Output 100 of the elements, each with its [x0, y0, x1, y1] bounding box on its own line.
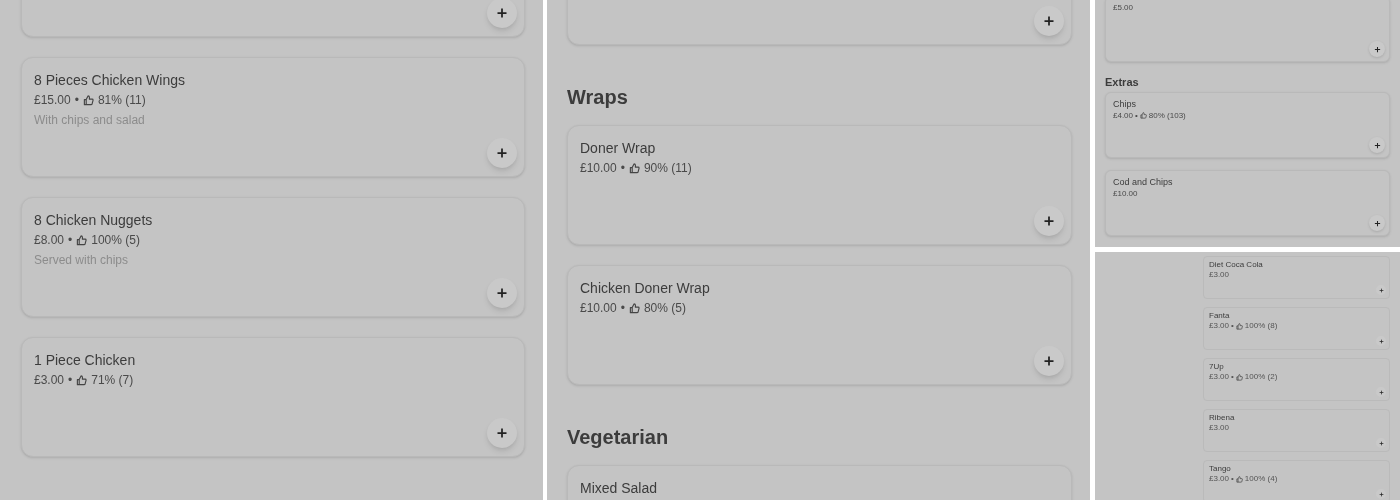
item-name: Cod and Chips	[1113, 176, 1174, 188]
add-button[interactable]	[1376, 489, 1386, 499]
plus-icon	[1373, 141, 1381, 149]
item-price: £3.00	[1209, 270, 1230, 280]
item-rating: 90% (11)	[643, 160, 692, 177]
item-rating: 80% (5)	[643, 300, 686, 317]
thumbs-up-icon	[76, 374, 88, 386]
separator-dot: •	[1135, 110, 1138, 121]
add-button[interactable]	[487, 278, 517, 308]
plus-icon	[1043, 215, 1055, 227]
item-rating: 100% (5)	[91, 232, 140, 249]
item-rating: 100% (2)	[1244, 372, 1278, 382]
separator-dot: •	[68, 232, 73, 249]
item-price: £3.00	[34, 372, 65, 389]
menu-item-card[interactable]: Diet Coca Cola £3.00	[1203, 256, 1390, 299]
add-button[interactable]	[487, 0, 517, 28]
item-description: Served with chips	[34, 252, 130, 269]
add-button[interactable]	[1369, 41, 1385, 57]
add-button[interactable]	[1376, 285, 1386, 295]
item-price: £8.00	[34, 232, 65, 249]
plus-icon	[496, 287, 508, 299]
add-button[interactable]	[487, 138, 517, 168]
plus-icon	[1043, 355, 1055, 367]
item-price: £10.00	[1113, 188, 1138, 199]
add-button[interactable]	[1376, 387, 1386, 397]
menu-item-card[interactable]: 1 Piece Chicken £3.00 • 71% (7)	[21, 337, 525, 457]
item-name: Fanta	[1209, 311, 1231, 321]
thumbs-up-icon	[1139, 112, 1147, 119]
plus-icon	[1373, 45, 1381, 53]
menu-item-card[interactable]: £5.00	[1105, 0, 1390, 62]
item-name: Mixed Salad	[580, 479, 659, 498]
plus-icon	[496, 427, 508, 439]
add-button[interactable]	[1376, 438, 1386, 448]
item-price: £3.00	[1209, 372, 1230, 382]
item-rating: 80% (103)	[1148, 110, 1186, 121]
item-name: 8 Pieces Chicken Wings	[34, 71, 186, 90]
item-price: £4.00	[1113, 110, 1134, 121]
item-name: 1 Piece Chicken	[34, 351, 137, 370]
item-price: £15.00	[34, 92, 71, 109]
thumbs-up-icon	[76, 234, 88, 246]
item-price: £10.00	[580, 300, 617, 317]
plus-icon	[1378, 389, 1384, 395]
menu-item-card[interactable]: Cod and Chips £10.00	[1105, 170, 1390, 236]
thumbs-up-icon	[1235, 373, 1243, 381]
menu-item-card[interactable]: 8 Pieces Chicken Wings £15.00 • 81% (11) With chips and salad	[21, 57, 525, 177]
add-button[interactable]	[1369, 215, 1385, 231]
item-rating: 100% (4)	[1244, 474, 1278, 484]
section-heading: Extras	[1105, 74, 1140, 90]
plus-icon	[1043, 15, 1055, 27]
plus-icon	[1373, 219, 1381, 227]
add-button[interactable]	[1376, 336, 1386, 346]
separator-dot: •	[1231, 474, 1234, 484]
plus-icon	[1378, 338, 1384, 344]
thumbs-up-icon	[82, 94, 94, 106]
separator-dot: •	[1231, 372, 1234, 382]
item-name: 8 Chicken Nuggets	[34, 211, 154, 230]
menu-item-card[interactable]: Tango £3.00 • 100% (4)	[1203, 460, 1390, 500]
item-description: With chips and salad	[34, 112, 146, 129]
item-price: £5.00	[1113, 2, 1134, 13]
menu-item-card[interactable]: Doner Wrap £10.00 • 90% (11)	[567, 125, 1072, 245]
thumbs-up-icon	[628, 162, 640, 174]
menu-item-card[interactable]: Chicken Doner Wrap £10.00 • 80% (5)	[567, 265, 1072, 385]
item-name: Tango	[1209, 464, 1232, 474]
item-price: £3.00	[1209, 423, 1230, 433]
plus-icon	[496, 7, 508, 19]
item-name: Ribena	[1209, 413, 1236, 423]
menu-item-card[interactable]: Fanta £3.00 • 100% (8)	[1203, 307, 1390, 350]
add-button[interactable]	[1369, 137, 1385, 153]
add-button[interactable]	[1034, 206, 1064, 236]
menu-item-card[interactable]: Ribena £3.00	[1203, 409, 1390, 452]
menu-item-card[interactable]: Mixed Salad	[567, 465, 1072, 500]
plus-icon	[1378, 491, 1384, 497]
item-price: £3.00	[1209, 474, 1230, 484]
section-heading: Wraps	[567, 85, 629, 110]
menu-item-card[interactable]: 8 Chicken Nuggets £8.00 • 100% (5) Served with chips	[21, 197, 525, 317]
item-price: £10.00	[580, 160, 617, 177]
plus-icon	[1378, 440, 1384, 446]
plus-icon	[496, 147, 508, 159]
separator-dot: •	[68, 372, 73, 389]
separator-dot: •	[74, 92, 79, 109]
item-name: Chips	[1113, 98, 1137, 110]
plus-icon	[1378, 287, 1384, 293]
item-price: £3.00	[1209, 321, 1230, 331]
item-name: Chicken Doner Wrap	[580, 279, 711, 298]
item-name: 7Up	[1209, 362, 1225, 372]
menu-item-card[interactable]: Chips £4.00 • 80% (103)	[1105, 92, 1390, 158]
thumbs-up-icon	[1235, 322, 1243, 330]
add-button[interactable]	[487, 418, 517, 448]
section-heading: Vegetarian	[567, 425, 670, 450]
item-name: Diet Coca Cola	[1209, 260, 1264, 270]
item-rating: 81% (11)	[97, 92, 146, 109]
menu-item-card[interactable]: 7Up £3.00 • 100% (2)	[1203, 358, 1390, 401]
add-button[interactable]	[1034, 6, 1064, 36]
thumbs-up-icon	[1235, 475, 1243, 483]
item-rating: 71% (7)	[91, 372, 134, 389]
separator-dot: •	[620, 300, 625, 317]
separator-dot: •	[1231, 321, 1234, 331]
separator-dot: •	[620, 160, 625, 177]
add-button[interactable]	[1034, 346, 1064, 376]
item-name: Doner Wrap	[580, 139, 657, 158]
